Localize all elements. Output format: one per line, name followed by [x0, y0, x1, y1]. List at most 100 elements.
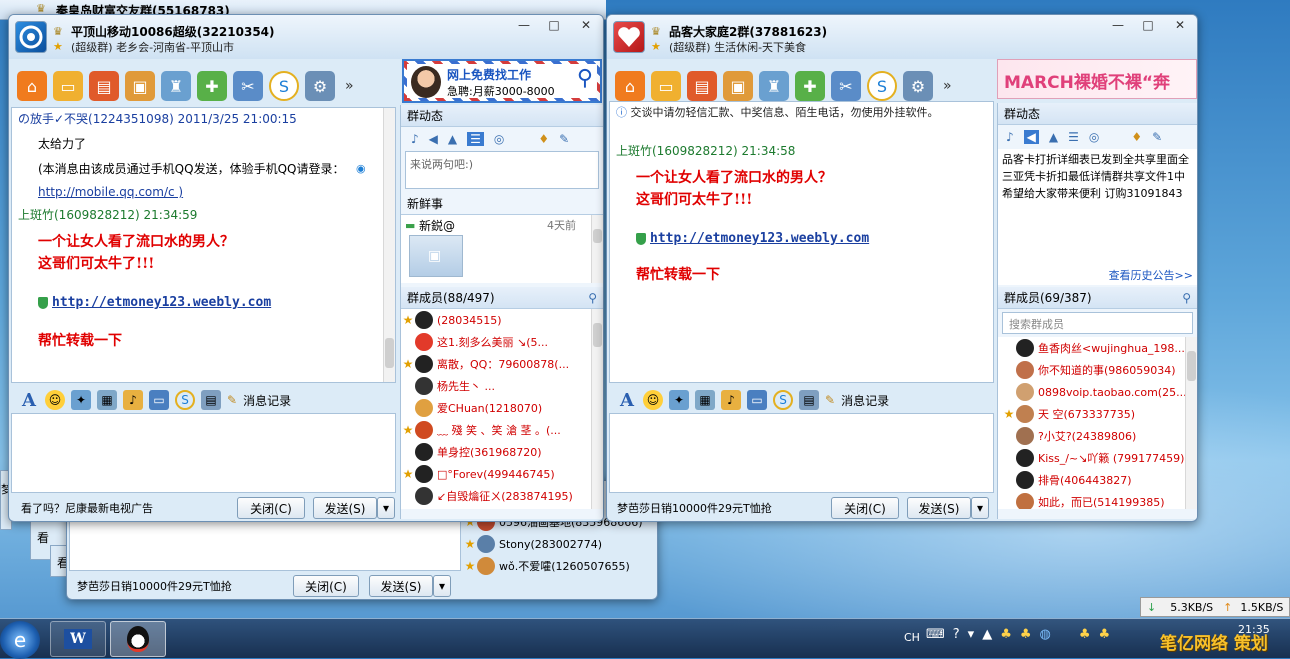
footer-ad[interactable]: 梦芭莎日销10000件29元T恤抢 [617, 500, 772, 516]
emoji-icon[interactable]: ☺ [643, 390, 663, 410]
member-item[interactable]: ?小艾?(24389806) [1002, 425, 1197, 447]
list-icon[interactable]: ☰ [467, 132, 484, 146]
refresh-icon[interactable]: ◎ [1089, 130, 1099, 144]
app-icon[interactable]: ♜ [161, 71, 191, 101]
title-bar[interactable]: ♛ ★ 品客大家庭2群(37881623) (超级群) 生活休闲-天下美食 — … [607, 15, 1197, 59]
send-options-button[interactable]: ▾ [377, 497, 395, 519]
member-item[interactable]: 杨先生丶 ... [401, 375, 603, 397]
shake-icon[interactable]: ♪ [123, 390, 143, 410]
music-icon[interactable]: ♪ [411, 132, 419, 146]
photo-icon[interactable]: ▲ [448, 132, 457, 146]
member-item[interactable]: 你不知道的事(986059034) [1002, 359, 1197, 381]
network-tray-icon[interactable]: ♣ [1079, 627, 1091, 642]
security-icon[interactable]: ♣ [1099, 627, 1111, 642]
chat-history[interactable]: の放手✓不哭(1224351098) 2011/3/25 21:00:15 太给… [11, 107, 396, 383]
soso-small-icon[interactable]: S [175, 390, 195, 410]
send-button[interactable]: 发送(S) [907, 497, 971, 519]
gear-icon[interactable]: ⚙ [903, 71, 933, 101]
member-item[interactable]: ★ Stony(283002774) [463, 533, 657, 555]
member-item[interactable]: ↙自毁爚征ㄨ(283874195) [401, 485, 603, 507]
gear-icon[interactable]: ⚙ [305, 71, 335, 101]
message-link[interactable]: http://mobile.qq.com/c ) [38, 185, 344, 199]
screenshot-icon[interactable]: ▭ [747, 390, 767, 410]
message-link[interactable]: http://etmoney123.weebly.com [52, 295, 271, 310]
close-button[interactable]: 关闭(C) [831, 497, 899, 519]
history-button[interactable]: 消息记录 [841, 392, 889, 409]
music-icon[interactable]: ♪ [1006, 130, 1014, 144]
image-icon[interactable]: ▦ [97, 390, 117, 410]
tools-icon[interactable]: ✂ [831, 71, 861, 101]
emoji-icon[interactable]: ☺ [45, 390, 65, 410]
title-bar[interactable]: ♛ ★ 平顶山移动10086超级(32210354) (超级群) 老乡会-河南省… [9, 15, 603, 59]
message-input[interactable] [609, 413, 994, 493]
member-scrollbar[interactable] [591, 309, 603, 509]
image-icon[interactable]: ▦ [695, 390, 715, 410]
news-scrollbar[interactable] [591, 215, 603, 283]
member-search-input[interactable]: 搜索群成员 [1002, 312, 1193, 334]
footer-ad[interactable]: 梦芭莎日销10000件29元T恤抢 [77, 578, 232, 594]
share-icon[interactable]: ✚ [197, 71, 227, 101]
minimize-icon[interactable]: — [509, 15, 539, 35]
soso-icon[interactable]: S [269, 71, 299, 101]
send-button[interactable]: 发送(S) [313, 497, 377, 519]
history-button[interactable]: 消息记录 [243, 392, 291, 409]
close-icon[interactable]: ✕ [569, 15, 603, 35]
home-icon[interactable]: ⌂ [17, 71, 47, 101]
member-scrollbar[interactable] [1185, 337, 1197, 509]
settings-small-icon[interactable]: ▾ [968, 627, 975, 642]
search-icon[interactable]: ⚲ [588, 287, 597, 309]
list-icon[interactable]: ☰ [1068, 130, 1079, 144]
tray-arrow-icon[interactable]: ▲ [982, 627, 992, 642]
send-options-button[interactable]: ▾ [971, 497, 989, 519]
close-icon[interactable]: ✕ [1163, 15, 1197, 35]
maximize-icon[interactable]: □ [1133, 15, 1163, 35]
help-icon[interactable]: ? [953, 627, 960, 642]
message-link[interactable]: http://etmoney123.weebly.com [650, 231, 869, 246]
member-item[interactable]: ★ 天 空(673337735) [1002, 403, 1197, 425]
job-ad-banner[interactable]: 网上免费找工作 急聘:月薪3000-8000 ⚲ [402, 59, 602, 103]
chat-scrollbar[interactable] [383, 108, 395, 382]
share-icon[interactable]: ✚ [795, 71, 825, 101]
album-icon[interactable]: ▤ [89, 71, 119, 101]
march-ad-banner[interactable]: MARCH裸婚不裸“奔 [997, 59, 1197, 99]
qq-tray-icon[interactable]: ♣ [1000, 627, 1012, 642]
member-item[interactable]: 如此，而已(514199385) [1002, 491, 1197, 509]
footer-ad[interactable]: 看了吗？尼康最新电视广告 [21, 500, 153, 516]
home-icon[interactable]: ⌂ [615, 71, 645, 101]
history-announcements-link[interactable]: 查看历史公告>> [998, 267, 1197, 285]
photo-icon[interactable]: ▲ [1049, 130, 1058, 144]
maximize-icon[interactable]: □ [539, 15, 569, 35]
member-item[interactable]: 排骨(406443827) [1002, 469, 1197, 491]
font-icon[interactable]: A [19, 390, 39, 411]
soso-icon[interactable]: S [867, 71, 897, 101]
news-author[interactable]: 新鋭@ [419, 217, 455, 234]
member-item[interactable]: 爱CHuan(1218070) [401, 397, 603, 419]
app-icon[interactable]: ♜ [759, 71, 789, 101]
chat-history[interactable]: ⓘ 交谈中请勿轻信汇款、中奖信息、陌生电话，勿使用外挂软件。 上斑竹(16098… [609, 101, 994, 383]
pin-icon[interactable]: ♦ [538, 132, 549, 146]
font-icon[interactable]: A [617, 390, 637, 411]
taskbar-word-button[interactable]: W [50, 621, 106, 657]
app-small-icon[interactable]: ▤ [799, 390, 819, 410]
member-item[interactable]: 这1.刻多么美丽 ↘(5... [401, 331, 603, 353]
folder-icon[interactable]: ▭ [53, 71, 83, 101]
keyboard-icon[interactable]: ⌨ [926, 627, 945, 642]
member-item[interactable]: ★ ﹏ 殘 笑 、笑 滄 茎 。(... [401, 419, 603, 441]
start-button[interactable]: e [0, 621, 40, 659]
more-icon[interactable]: » [943, 78, 952, 94]
screenshot-icon[interactable]: ▭ [149, 390, 169, 410]
qq-group-chat-window-right[interactable]: ♛ ★ 品客大家庭2群(37881623) (超级群) 生活休闲-天下美食 — … [606, 14, 1198, 522]
network-speed-widget[interactable]: ↓ 5.3KB/S ↑ 1.5KB/S [1140, 597, 1290, 617]
search-icon[interactable]: ⚲ [1182, 287, 1191, 309]
soso-small-icon[interactable]: S [773, 390, 793, 410]
member-item[interactable]: ★ □°Forev(499446745) [401, 463, 603, 485]
taskbar-qq-button[interactable] [110, 621, 166, 657]
send-button[interactable]: 发送(S) [369, 575, 433, 597]
app-small-icon[interactable]: ▤ [201, 390, 221, 410]
tools-icon[interactable]: ✂ [233, 71, 263, 101]
minimize-icon[interactable]: — [1103, 15, 1133, 35]
close-button[interactable]: 关闭(C) [293, 575, 359, 597]
album-icon[interactable]: ▤ [687, 71, 717, 101]
qq-group-chat-window-left[interactable]: ♛ ★ 平顶山移动10086超级(32210354) (超级群) 老乡会-河南省… [8, 14, 604, 522]
qq-group-tray-icon[interactable]: ♣ [1020, 627, 1032, 642]
